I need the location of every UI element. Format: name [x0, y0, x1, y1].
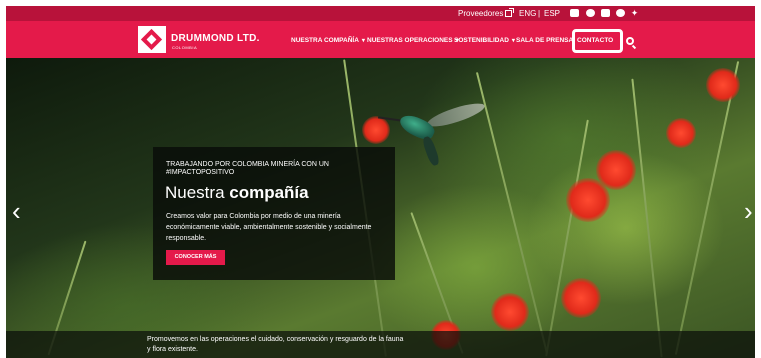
hero-title-light: Nuestra — [165, 183, 230, 202]
external-link-icon — [505, 8, 515, 17]
hero-kicker: TRABAJANDO POR COLOMBIA MINERÍA CON UN #… — [166, 161, 329, 176]
hero-title: Nuestra compañía — [165, 183, 309, 203]
nav-nuestra-compania[interactable]: NUESTRA COMPAÑÍA ▾ — [291, 37, 365, 45]
nav-sostenibilidad[interactable]: SOSTENIBILIDAD ▾ — [454, 37, 515, 45]
linkedin-icon[interactable] — [601, 9, 610, 17]
lang-esp-link[interactable]: ESP — [544, 8, 560, 19]
hummingbird-tail — [421, 135, 441, 167]
conocer-mas-button[interactable]: CONOCER MÁS — [166, 250, 225, 265]
plant-stem — [674, 61, 740, 355]
twitter-icon[interactable]: ✦ — [630, 9, 639, 18]
nav-label: SALA DE PRENSA — [516, 37, 574, 44]
brand-name[interactable]: DRUMMOND LTD. — [171, 33, 260, 44]
hero-info-box: TRABAJANDO POR COLOMBIA MINERÍA CON UN #… — [153, 147, 395, 280]
proveedores-link[interactable]: Proveedores — [458, 8, 515, 19]
proveedores-label: Proveedores — [458, 9, 504, 18]
utility-bar: Proveedores ENG | ESP ✦ — [6, 6, 755, 21]
youtube-icon[interactable] — [570, 9, 579, 17]
hero-title-bold: compañía — [229, 183, 309, 202]
lang-separator: | — [538, 9, 541, 18]
hummingbird-wing — [425, 99, 487, 131]
nav-label: NUESTRAS OPERACIONES — [367, 37, 453, 44]
hummingbird — [396, 111, 438, 143]
red-flower — [362, 116, 390, 144]
red-flower — [706, 68, 740, 102]
chevron-left-icon[interactable]: ‹ — [12, 198, 21, 224]
browser-viewport: Proveedores ENG | ESP ✦ DRUMMOND LTD. CO… — [6, 6, 755, 358]
drummond-logo-icon[interactable] — [138, 26, 166, 53]
nav-nuestras-operaciones[interactable]: NUESTRAS OPERACIONES ▾ — [367, 37, 459, 45]
plant-stem — [631, 78, 663, 358]
facebook-icon[interactable] — [586, 9, 595, 17]
red-flower — [566, 178, 610, 222]
red-flower — [561, 278, 601, 318]
lang-eng-link[interactable]: ENG — [519, 8, 536, 19]
brand-subtitle: COLOMBIA — [172, 45, 198, 50]
nav-sala-de-prensa[interactable]: SALA DE PRENSA — [516, 37, 573, 45]
red-flower — [666, 118, 696, 148]
chevron-down-icon: ▾ — [361, 38, 365, 44]
nav-label: SOSTENIBILIDAD — [454, 37, 509, 44]
main-navigation: DRUMMOND LTD. COLOMBIA NUESTRA COMPAÑÍA ▾… — [6, 21, 755, 58]
hero-caption: Promovemos en las operaciones el cuidado… — [147, 336, 404, 353]
chevron-right-icon[interactable]: › — [744, 198, 753, 224]
hero-description: Creamos valor para Colombia por medio de… — [166, 213, 372, 242]
chevron-down-icon: ▾ — [511, 38, 515, 44]
nav-label: NUESTRA COMPAÑÍA — [291, 37, 359, 44]
search-icon[interactable] — [626, 37, 634, 45]
hero-slider: ‹ › TRABAJANDO POR COLOMBIA MINERÍA CON … — [6, 58, 755, 358]
red-flower — [491, 293, 529, 331]
nav-contacto[interactable]: CONTACTO — [577, 37, 613, 44]
instagram-icon[interactable] — [616, 9, 625, 17]
plant-stem — [545, 119, 589, 357]
hero-caption-strip: Promovemos en las operaciones el cuidado… — [6, 331, 755, 358]
